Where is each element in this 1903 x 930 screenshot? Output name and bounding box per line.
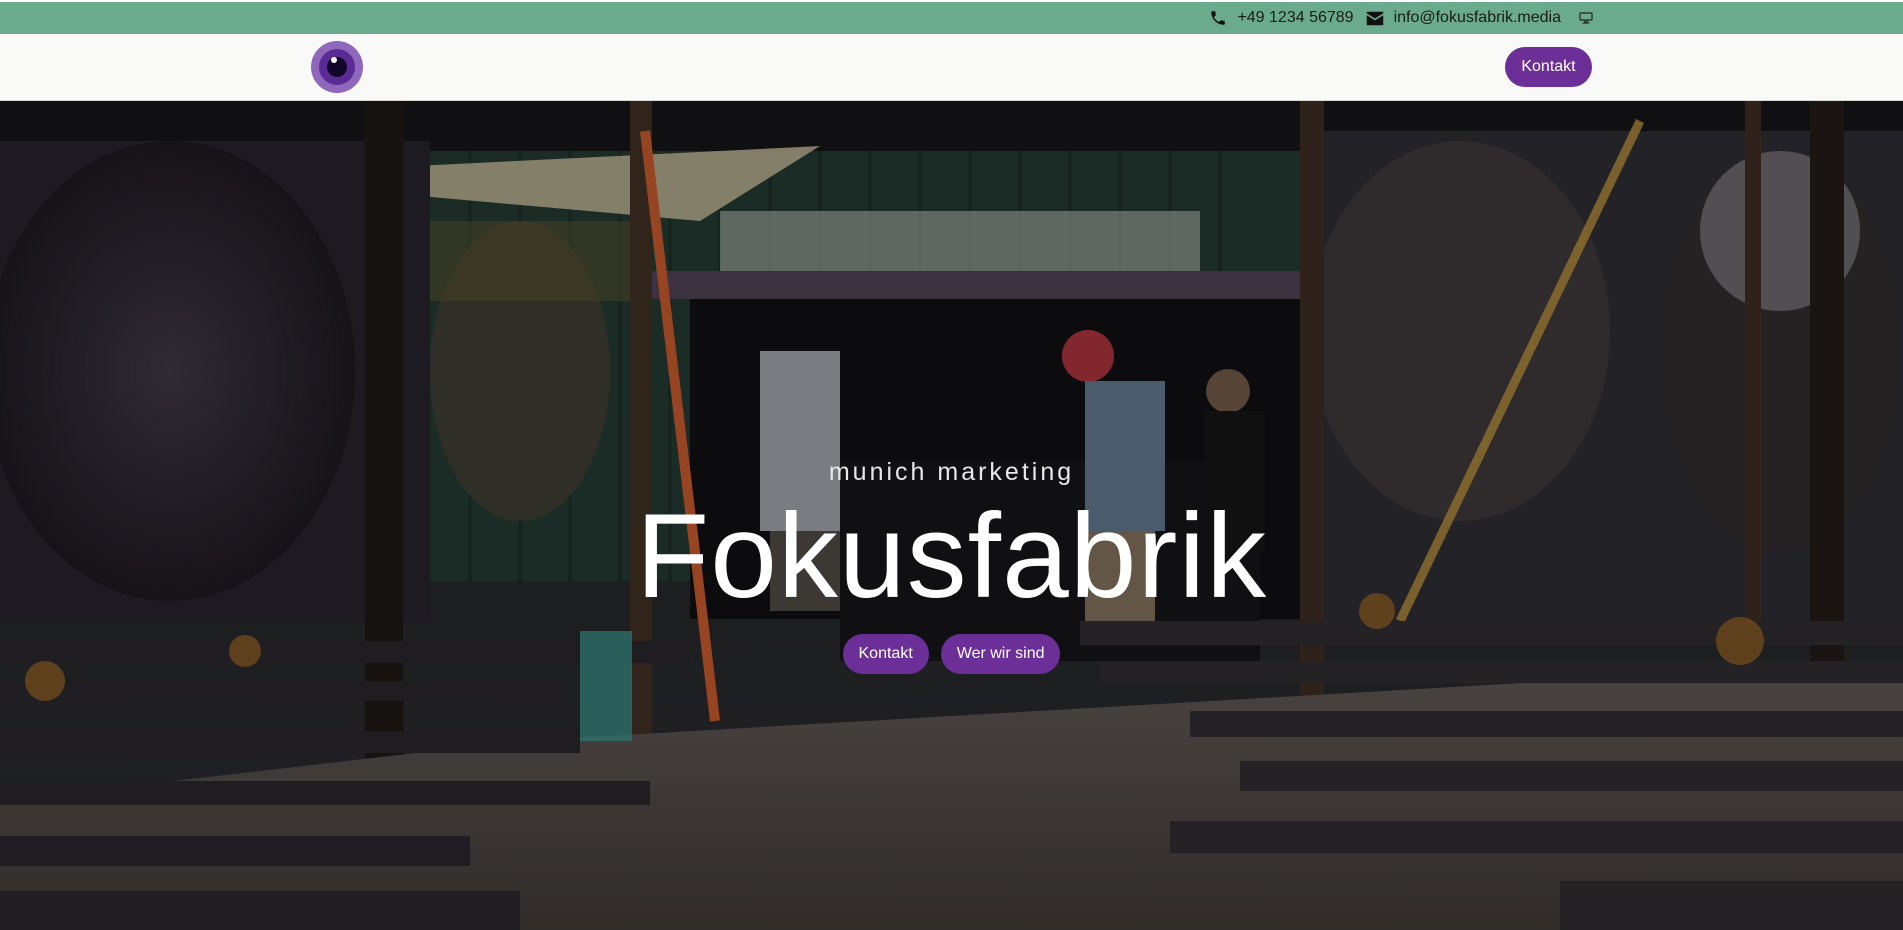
hero-contact-button[interactable]: Kontakt bbox=[842, 634, 929, 674]
main-navbar: Kontakt bbox=[0, 34, 1903, 101]
phone-contact[interactable]: +49 1234 56789 bbox=[1209, 9, 1354, 27]
logo-pupil bbox=[327, 57, 347, 77]
nav-contact-button[interactable]: Kontakt bbox=[1505, 47, 1592, 87]
hero-button-group: Kontakt Wer wir sind bbox=[0, 634, 1903, 674]
logo-ring bbox=[319, 49, 355, 85]
phone-number[interactable]: +49 1234 56789 bbox=[1237, 9, 1353, 27]
top-contact-bar: +49 1234 56789 info@fokusfabrik.media bbox=[0, 0, 1903, 34]
hero-about-button[interactable]: Wer wir sind bbox=[940, 634, 1061, 674]
email-address[interactable]: info@fokusfabrik.media bbox=[1394, 9, 1561, 27]
envelope-icon bbox=[1366, 11, 1384, 26]
hero-subtitle: munich marketing bbox=[828, 458, 1075, 486]
monitor-icon[interactable] bbox=[1579, 12, 1593, 24]
eye-lens-logo-icon[interactable] bbox=[311, 41, 363, 93]
hero-title: Fokusfabrik bbox=[635, 489, 1268, 623]
contact-info: +49 1234 56789 info@fokusfabrik.media bbox=[1209, 2, 1593, 34]
hero-section: munich marketing Fokusfabrik Kontakt Wer… bbox=[0, 101, 1903, 930]
hero-content: munich marketing Fokusfabrik Kontakt Wer… bbox=[0, 456, 1903, 674]
logo-glint bbox=[331, 57, 337, 63]
phone-icon bbox=[1209, 9, 1227, 27]
email-contact[interactable]: info@fokusfabrik.media bbox=[1366, 9, 1561, 27]
